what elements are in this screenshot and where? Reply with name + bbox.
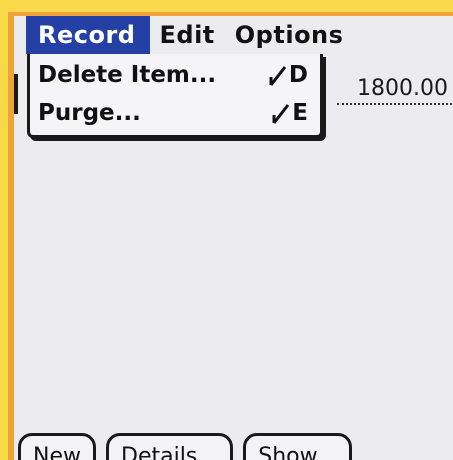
device-frame-left (0, 0, 8, 460)
device-frame-top (0, 0, 453, 12)
menu-edit[interactable]: Edit (150, 16, 225, 54)
menu-item-purge[interactable]: Purge... E (38, 96, 308, 130)
menu-record[interactable]: Record (26, 16, 150, 54)
menu-item-delete-item[interactable]: Delete Item... D (38, 58, 308, 92)
menu-bar: Record Edit Options (14, 16, 453, 54)
amount-field[interactable]: 1800.00 (337, 76, 452, 105)
shortcut-letter: D (288, 62, 308, 88)
show-button[interactable]: Show... (243, 433, 352, 460)
screen: Record Edit Options ; 1800.00 Delete Ite… (14, 16, 453, 460)
details-button[interactable]: Details... (106, 433, 234, 460)
menu-item-label: Purge... (38, 100, 141, 126)
new-button[interactable]: New (18, 433, 96, 460)
command-stroke-icon (269, 66, 287, 86)
clipped-field-edge (14, 74, 20, 114)
record-menu-dropdown: Delete Item... D Purge... E (27, 54, 323, 138)
menu-item-shortcut: D (269, 62, 308, 88)
shortcut-letter: E (292, 100, 308, 126)
menu-item-label: Delete Item... (38, 62, 217, 88)
command-stroke-icon (272, 104, 290, 124)
menu-options[interactable]: Options (225, 16, 354, 54)
bottom-button-bar: New Details... Show... (18, 433, 352, 460)
menu-item-shortcut: E (272, 100, 308, 126)
